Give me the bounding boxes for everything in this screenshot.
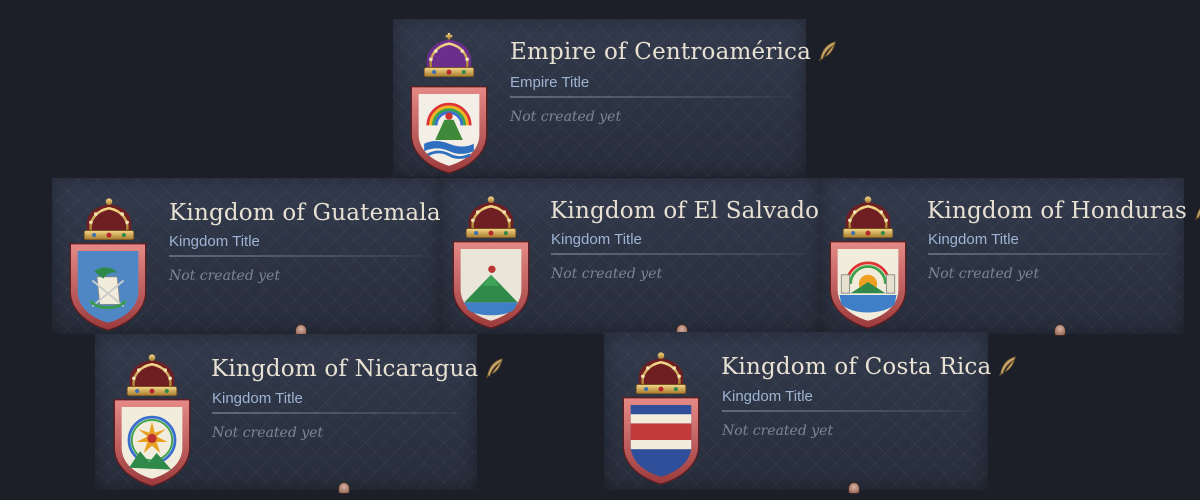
title-card-guatemala[interactable]: Kingdom of Guatemala Kingdom Title Not c…: [52, 178, 440, 336]
nicaragua-coat-of-arms[interactable]: [107, 396, 197, 488]
title-status: Not created yet: [722, 423, 834, 439]
divider: [212, 412, 472, 414]
title-name-text: Kingdom of Nicaragua: [211, 356, 479, 382]
title-type: Empire Title: [510, 74, 590, 91]
royal-crown-icon: [119, 350, 185, 400]
title-name: Kingdom of Nicaragua: [211, 356, 506, 382]
title-type: Kingdom Title: [169, 233, 260, 250]
divider: [510, 96, 800, 98]
title-name: Kingdom of Guatemala: [169, 200, 469, 226]
centroamerica-coat-of-arms[interactable]: [405, 83, 493, 175]
quill-icon[interactable]: [1193, 199, 1200, 221]
title-status: Not created yet: [212, 425, 324, 441]
title-name: Kingdom of Honduras: [927, 198, 1200, 224]
title-name-text: Kingdom of El Salvador: [550, 198, 831, 224]
quill-icon[interactable]: [817, 40, 839, 62]
title-gem-icon: [848, 482, 860, 494]
title-type: Kingdom Title: [212, 390, 303, 407]
royal-crown-icon: [835, 192, 901, 242]
title-status: Not created yet: [169, 268, 281, 284]
title-type: Kingdom Title: [722, 388, 813, 405]
title-status: Not created yet: [551, 266, 663, 282]
title-type: Kingdom Title: [928, 231, 1019, 248]
title-card-honduras[interactable]: Kingdom of Honduras Kingdom Title Not cr…: [820, 178, 1184, 336]
divider: [928, 253, 1178, 255]
title-gem-icon: [338, 482, 350, 494]
title-name: Kingdom of Costa Rica: [721, 354, 1019, 380]
imperial-crown-icon: [416, 27, 482, 85]
costa-rica-coat-of-arms[interactable]: [616, 394, 706, 486]
title-name-text: Empire of Centroamérica: [510, 39, 812, 65]
title-card-centroamerica[interactable]: Empire of Centroamérica Empire Title Not…: [393, 19, 806, 177]
royal-crown-icon: [76, 194, 142, 244]
title-name: Kingdom of El Salvador: [550, 198, 858, 224]
el-salvador-coat-of-arms[interactable]: [446, 238, 536, 330]
title-card-el-salvador[interactable]: Kingdom of El Salvador Kingdom Title Not…: [440, 178, 820, 336]
title-gem-icon: [1054, 324, 1066, 336]
title-status: Not created yet: [510, 109, 622, 125]
honduras-coat-of-arms[interactable]: [823, 238, 913, 330]
title-name: Empire of Centroamérica: [510, 39, 839, 65]
title-type: Kingdom Title: [551, 231, 642, 248]
title-card-costa-rica[interactable]: Kingdom of Costa Rica Kingdom Title Not …: [604, 332, 988, 494]
title-name-text: Kingdom of Guatemala: [169, 200, 441, 226]
quill-icon[interactable]: [484, 357, 506, 379]
guatemala-coat-of-arms[interactable]: [63, 240, 153, 332]
title-status: Not created yet: [928, 266, 1040, 282]
royal-crown-icon: [628, 348, 694, 398]
title-name-text: Kingdom of Costa Rica: [721, 354, 992, 380]
title-name-text: Kingdom of Honduras: [927, 198, 1188, 224]
royal-crown-icon: [458, 192, 524, 242]
divider: [722, 410, 984, 412]
divider: [551, 253, 816, 255]
divider: [169, 255, 439, 257]
quill-icon[interactable]: [997, 355, 1019, 377]
title-card-nicaragua[interactable]: Kingdom of Nicaragua Kingdom Title Not c…: [95, 334, 477, 494]
